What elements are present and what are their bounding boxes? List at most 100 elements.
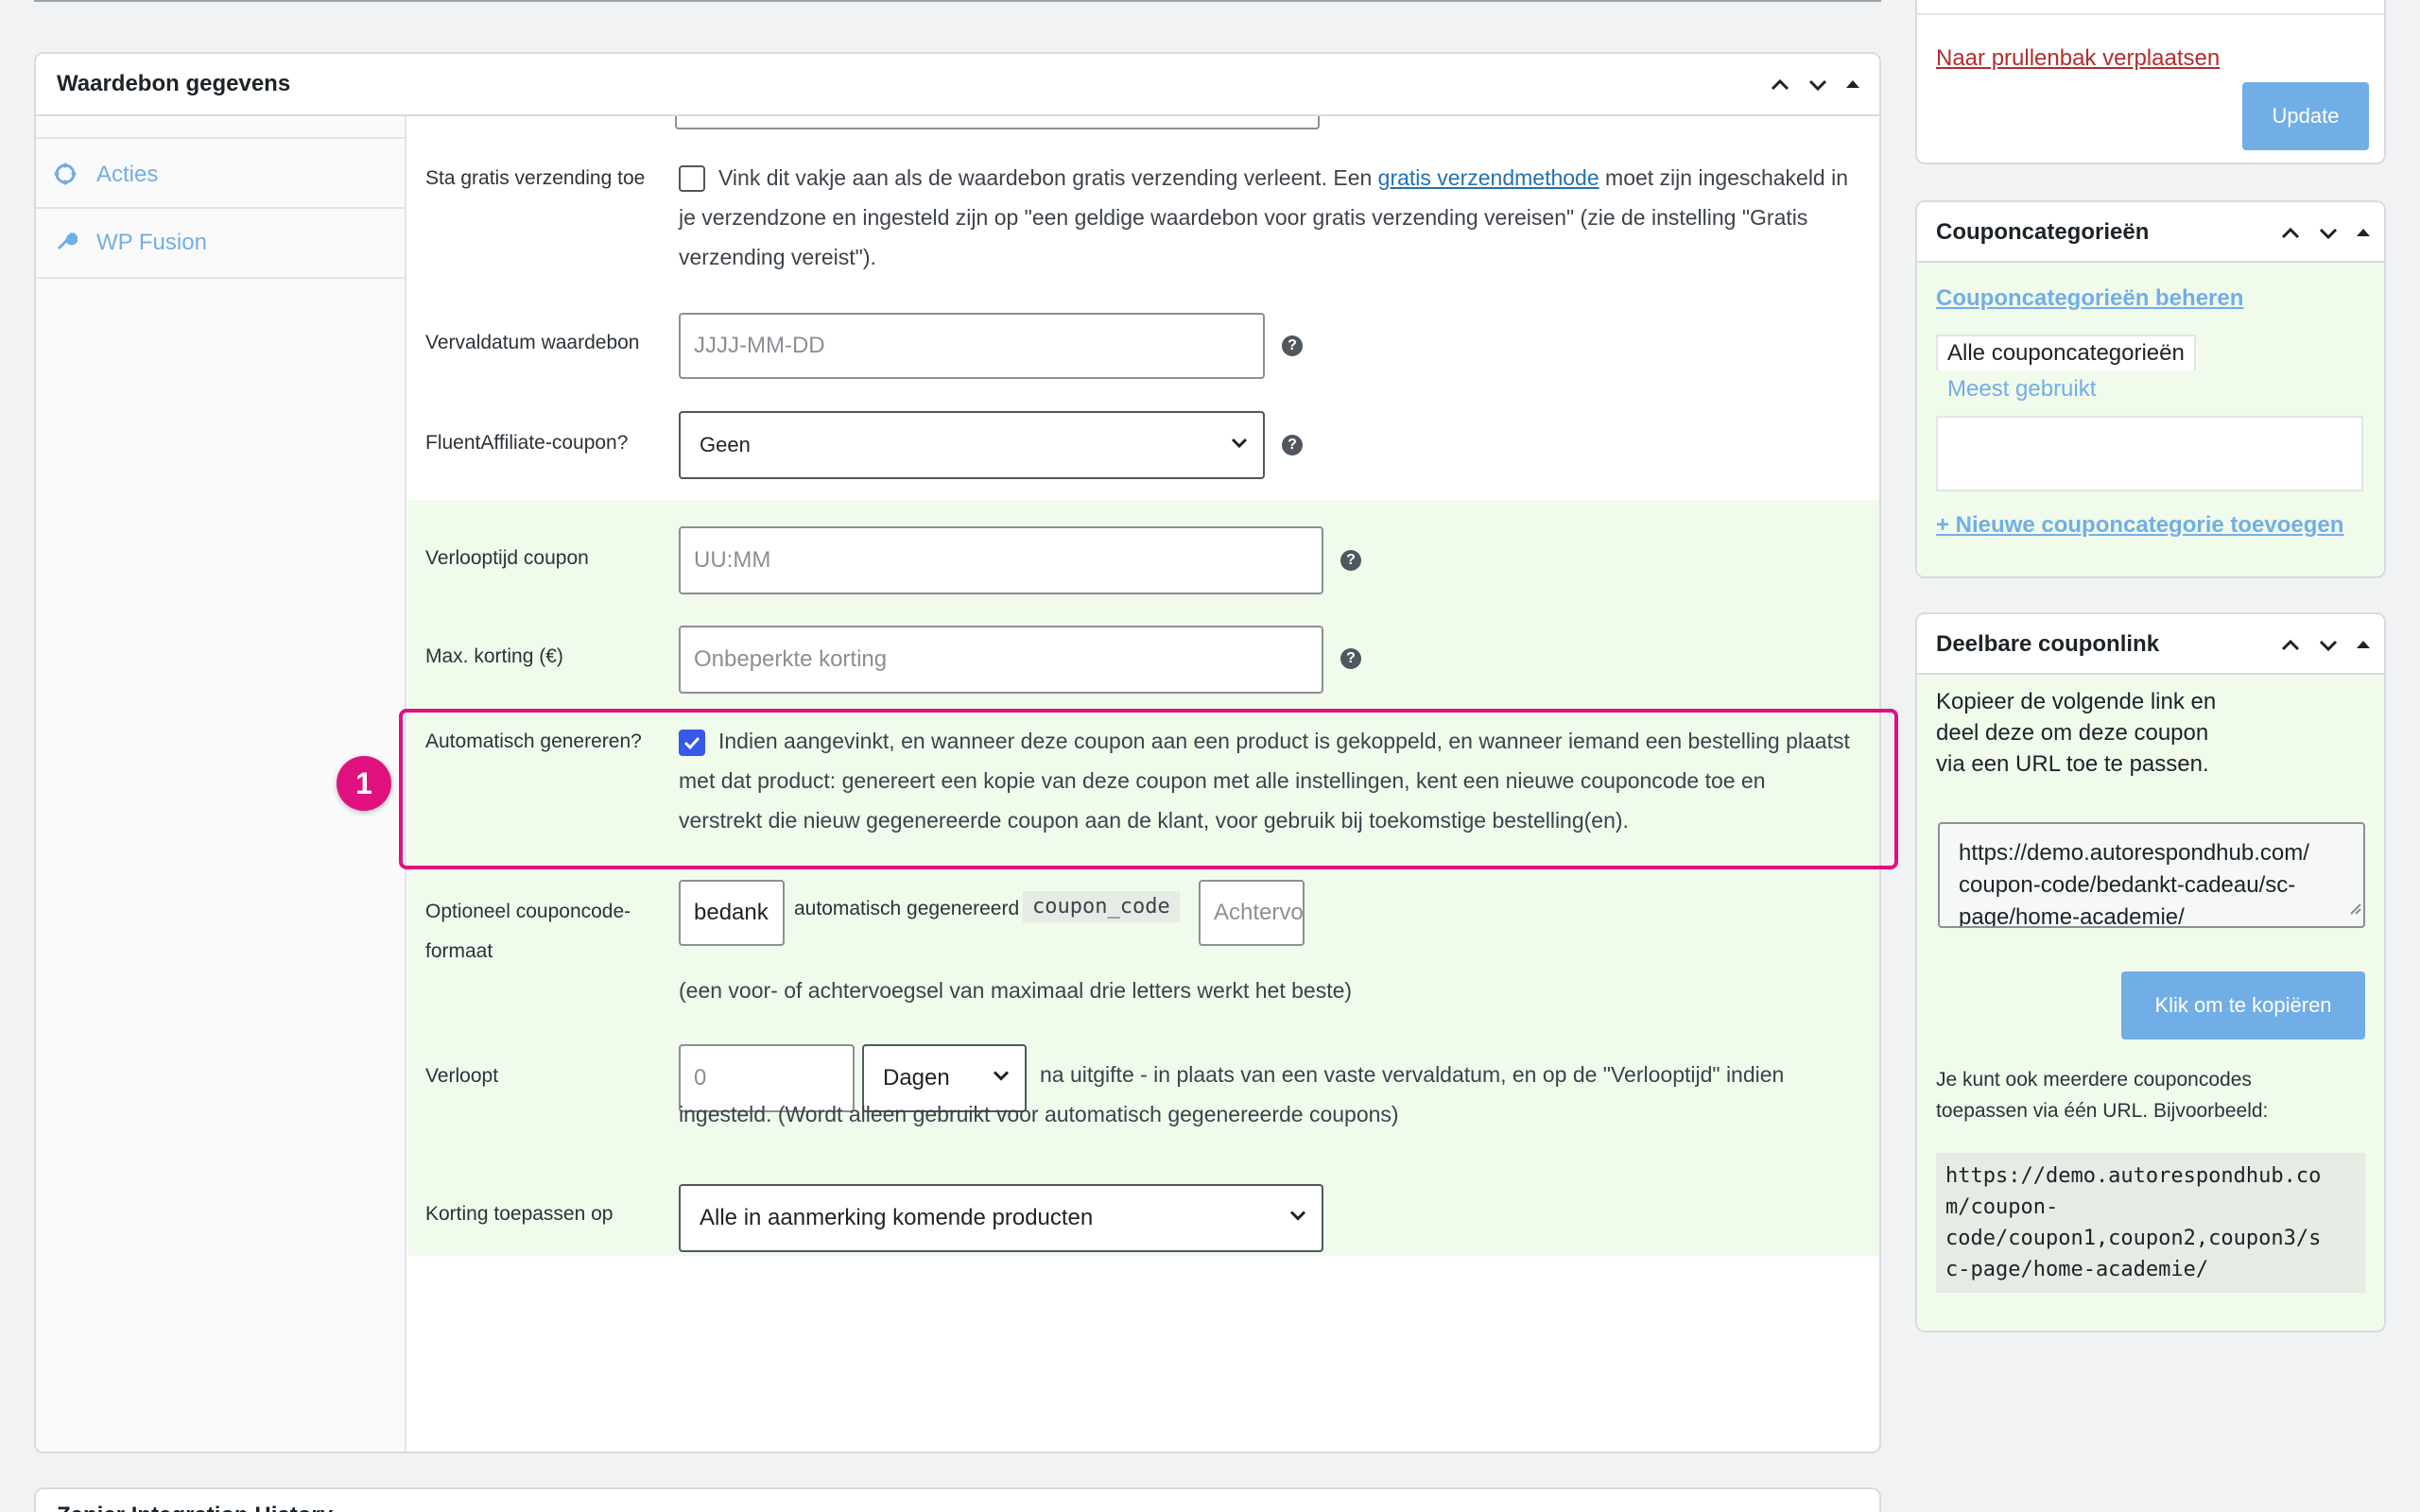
categories-body: Couponcategorieën beheren Alle couponcat… — [1917, 263, 2384, 576]
fluent-affiliate-select[interactable]: Geen — [679, 411, 1265, 479]
shareable-link-box: Deelbare couponlink Kopieer de volgende … — [1915, 612, 2386, 1332]
publish-box: Naar prullenbak verplaatsen Update — [1915, 0, 2386, 164]
share-header: Deelbare couponlink — [1917, 614, 2384, 675]
step-number: 1 — [355, 765, 372, 800]
code-suffix-input[interactable]: Achtervoegsel — [1199, 880, 1305, 946]
expires-description: na uitgifte - in plaats van een vaste ve… — [679, 1055, 1879, 1134]
share-url-textarea[interactable]: https://demo.autorespondhub.com/ coupon-… — [1938, 822, 2365, 928]
free-shipping-label: Sta gratis verzending toe — [425, 167, 646, 189]
categories-list — [1936, 416, 2363, 491]
share-intro-line: via een URL toe te passen. — [1936, 751, 2209, 777]
code-prefix-input[interactable]: bedank — [679, 880, 785, 946]
resize-handle-icon[interactable] — [2348, 892, 2361, 924]
sidebar-item-label: Acties — [96, 162, 159, 187]
share-title: Deelbare couponlink — [1936, 631, 2160, 657]
update-button[interactable]: Update — [2242, 82, 2369, 150]
share-body: Kopieer de volgende link en deel deze om… — [1917, 675, 2384, 1331]
share-url-line: page/home-academie/ — [1959, 904, 2185, 928]
move-to-trash-link[interactable]: Naar prullenbak verplaatsen — [1936, 45, 2220, 72]
previous-field-edge — [675, 116, 1320, 129]
share-url-line: https://demo.autorespondhub.com/ — [1959, 840, 2309, 866]
move-down-icon[interactable] — [2316, 633, 2341, 658]
categories-header: Couponcategorieën — [1917, 202, 2384, 263]
chevron-down-icon — [1288, 1205, 1308, 1232]
wrench-icon — [55, 230, 78, 257]
zapier-panel-title: Zapier Integration History — [57, 1503, 333, 1512]
expiry-date-label: Vervaldatum waardebon — [425, 332, 640, 353]
top-panel-edge — [34, 0, 1881, 2]
chevron-down-icon — [1229, 432, 1250, 458]
expiry-time-label: Verlooptijd coupon — [425, 547, 589, 569]
apply-to-value: Alle in aanmerking komende producten — [700, 1205, 1094, 1230]
share-controls — [2278, 633, 2373, 658]
panel-title: Waardebon gegevens — [57, 71, 291, 96]
help-icon[interactable]: ? — [1282, 435, 1303, 455]
collapse-toggle-icon[interactable] — [2354, 221, 2373, 246]
panel-controls — [1768, 73, 1862, 97]
add-category-link[interactable]: + Nieuwe couponcategorie toevoegen — [1936, 512, 2343, 539]
update-button-label: Update — [2272, 104, 2340, 128]
panel-header: Waardebon gegevens — [36, 54, 1879, 116]
apply-to-select[interactable]: Alle in aanmerking komende producten — [679, 1184, 1323, 1252]
expiry-date-placeholder: JJJJ-MM-DD — [694, 333, 825, 358]
move-down-icon[interactable] — [1806, 73, 1830, 97]
free-shipping-text-line3: verzending vereist"). — [679, 245, 876, 269]
zapier-history-panel: Zapier Integration History — [34, 1487, 1881, 1512]
code-format-label-line1: Optioneel couponcode- — [425, 901, 631, 922]
max-discount-label: Max. korting (€) — [425, 645, 563, 667]
free-shipping-description: Vink dit vakje aan als de waardebon grat… — [679, 158, 1879, 277]
step-number-badge: 1 — [337, 756, 391, 811]
expiry-date-input[interactable]: JJJJ-MM-DD — [679, 313, 1265, 379]
manage-categories-link[interactable]: Couponcategorieën beheren — [1936, 285, 2243, 312]
gear-icon — [53, 162, 78, 191]
help-icon[interactable]: ? — [1340, 648, 1361, 669]
expires-text-line2: ingesteld. (Wordt alleen gebruikt voor a… — [679, 1102, 1399, 1126]
collapse-toggle-icon[interactable] — [1843, 73, 1862, 97]
share-intro-line: Kopieer de volgende link en — [1936, 689, 2217, 714]
move-down-icon[interactable] — [2316, 221, 2341, 246]
code-format-label-line2: formaat — [425, 940, 493, 962]
collapse-toggle-icon[interactable] — [2354, 633, 2373, 658]
example-url-line: https://demo.autorespondhub.co — [1945, 1164, 2322, 1188]
sidebar-tab-partial — [36, 116, 405, 139]
sidebar-item-acties[interactable]: Acties — [36, 141, 405, 209]
coupon-code-tag: coupon_code — [1023, 891, 1180, 922]
help-icon[interactable]: ? — [1282, 335, 1303, 356]
tab-most-used[interactable]: Meest gebruikt — [1947, 376, 2096, 403]
tab-all-categories[interactable]: Alle couponcategorieën — [1936, 335, 2196, 370]
code-prefix-value: bedank — [694, 900, 769, 925]
expires-label: Verloopt — [425, 1065, 499, 1087]
fluent-affiliate-label: FluentAffiliate-coupon? — [425, 432, 629, 454]
share-intro: Kopieer de volgende link en deel deze om… — [1936, 686, 2216, 780]
move-up-icon[interactable] — [2278, 221, 2303, 246]
free-shipping-text-2: moet zijn ingeschakeld in — [1599, 165, 1849, 190]
expiry-time-input[interactable]: UU:MM — [679, 526, 1323, 594]
copy-link-button[interactable]: Klik om te kopiëren — [2121, 971, 2365, 1040]
categories-title: Couponcategorieën — [1936, 219, 2150, 245]
free-shipping-text-line2: je verzendzone en ingesteld zijn op "een… — [679, 205, 1808, 230]
free-shipping-text: Vink dit vakje aan als de waardebon grat… — [718, 165, 1378, 190]
example-url-line: m/coupon- — [1945, 1195, 2059, 1219]
auto-coupon-section — [408, 500, 1879, 1256]
apply-to-label: Korting toepassen op — [425, 1203, 614, 1225]
example-url-line: c-page/home-academie/ — [1945, 1258, 2209, 1281]
move-up-icon[interactable] — [2278, 633, 2303, 658]
auto-generated-text: automatisch gegenereerd — [794, 898, 1020, 919]
max-discount-input[interactable]: Onbeperkte korting — [679, 626, 1323, 694]
multi-text-line: toepassen via één URL. Bijvoorbeeld: — [1936, 1100, 2269, 1122]
move-up-icon[interactable] — [1768, 73, 1792, 97]
multi-text-line: Je kunt ook meerdere couponcodes — [1936, 1069, 2252, 1091]
multi-coupon-text: Je kunt ook meerdere couponcodes toepass… — [1936, 1064, 2268, 1126]
categories-controls — [2278, 221, 2373, 246]
example-url-line: code/coupon1,coupon2,coupon3/s — [1945, 1227, 2322, 1250]
sidebar-item-label: WP Fusion — [96, 230, 207, 255]
code-format-hint: (een voor- of achtervoegsel van maximaal… — [679, 978, 1353, 1003]
sidebar-item-wp-fusion[interactable]: WP Fusion — [36, 209, 405, 279]
share-url-line: coupon-code/bedankt-cadeau/sc- — [1959, 872, 2296, 898]
example-url-code: https://demo.autorespondhub.co m/coupon-… — [1936, 1153, 2365, 1293]
coupon-categories-box: Couponcategorieën Couponcategorieën behe… — [1915, 200, 2386, 578]
expires-text-line1: na uitgifte - in plaats van een vaste ve… — [1040, 1062, 1785, 1087]
help-icon[interactable]: ? — [1340, 550, 1361, 571]
copy-button-label: Klik om te kopiëren — [2154, 993, 2332, 1017]
free-shipping-method-link[interactable]: gratis verzendmethode — [1378, 165, 1599, 190]
